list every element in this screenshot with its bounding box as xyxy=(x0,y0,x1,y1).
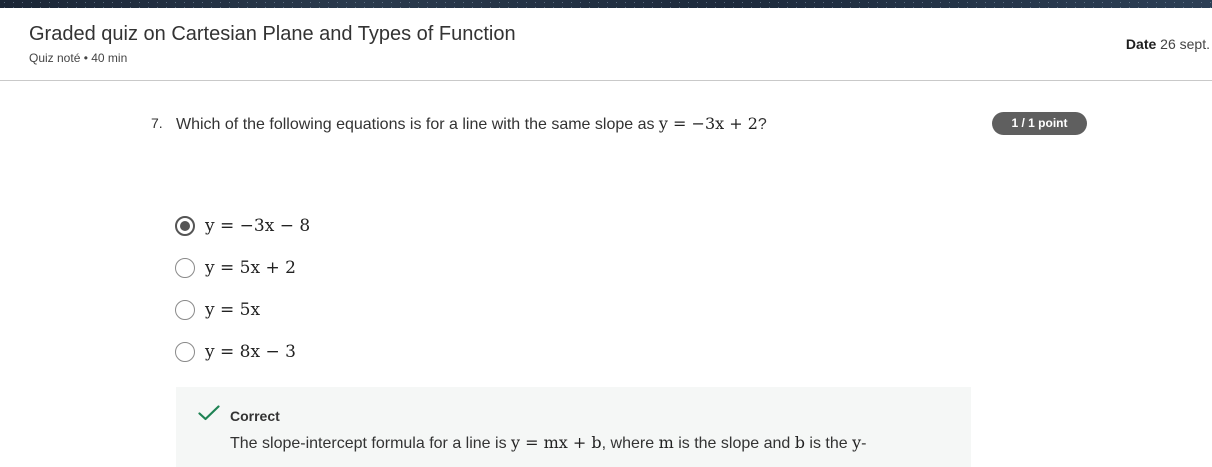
quiz-header: Graded quiz on Cartesian Plane and Types… xyxy=(0,8,1212,81)
question-text: Which of the following equations is for … xyxy=(176,114,767,134)
quiz-subtitle: Quiz noté • 40 min xyxy=(29,51,128,65)
checkmark-icon xyxy=(198,405,220,421)
radio-button[interactable] xyxy=(175,258,195,278)
feedback-text-part: is the xyxy=(804,435,853,452)
feedback-title: Correct xyxy=(230,408,280,424)
feedback-variable: b xyxy=(794,433,805,452)
date-value: 26 sept. xyxy=(1160,36,1210,52)
score-badge: 1 / 1 point xyxy=(992,112,1087,135)
option-1[interactable]: y = −3x − 8 xyxy=(175,205,310,247)
page-title: Graded quiz on Cartesian Plane and Types… xyxy=(29,23,516,45)
radio-button-selected[interactable] xyxy=(175,216,195,236)
option-label: y = 5x xyxy=(205,300,261,320)
answer-options: y = −3x − 8 y = 5x + 2 y = 5x y = 8x − 3 xyxy=(175,205,310,373)
feedback-text-part: , where xyxy=(601,435,659,452)
radio-button[interactable] xyxy=(175,342,195,362)
feedback-text-part: - xyxy=(861,435,867,452)
top-banner xyxy=(0,0,1212,8)
feedback-text-part: is the slope and xyxy=(673,435,795,452)
question-prompt: Which of the following equations is for … xyxy=(176,116,659,133)
question-number: 7. xyxy=(151,115,163,131)
question-suffix: ? xyxy=(757,116,767,133)
feedback-panel: Correct The slope-intercept formula for … xyxy=(176,387,971,467)
option-label: y = 8x − 3 xyxy=(205,342,296,362)
question-equation: y = −3x + 2 xyxy=(658,114,758,133)
option-4[interactable]: y = 8x − 3 xyxy=(175,331,310,373)
feedback-text-part: The slope-intercept formula for a line i… xyxy=(230,435,512,452)
option-label: y = 5x + 2 xyxy=(205,258,296,278)
feedback-variable: m xyxy=(658,433,674,452)
feedback-equation: y = mx + b xyxy=(511,433,602,452)
feedback-variable: y xyxy=(852,433,862,452)
due-date: Date 26 sept. xyxy=(1126,36,1210,52)
radio-button[interactable] xyxy=(175,300,195,320)
feedback-text: The slope-intercept formula for a line i… xyxy=(230,433,866,453)
option-label: y = −3x − 8 xyxy=(205,216,311,236)
option-2[interactable]: y = 5x + 2 xyxy=(175,247,310,289)
option-3[interactable]: y = 5x xyxy=(175,289,310,331)
date-label: Date xyxy=(1125,36,1157,52)
